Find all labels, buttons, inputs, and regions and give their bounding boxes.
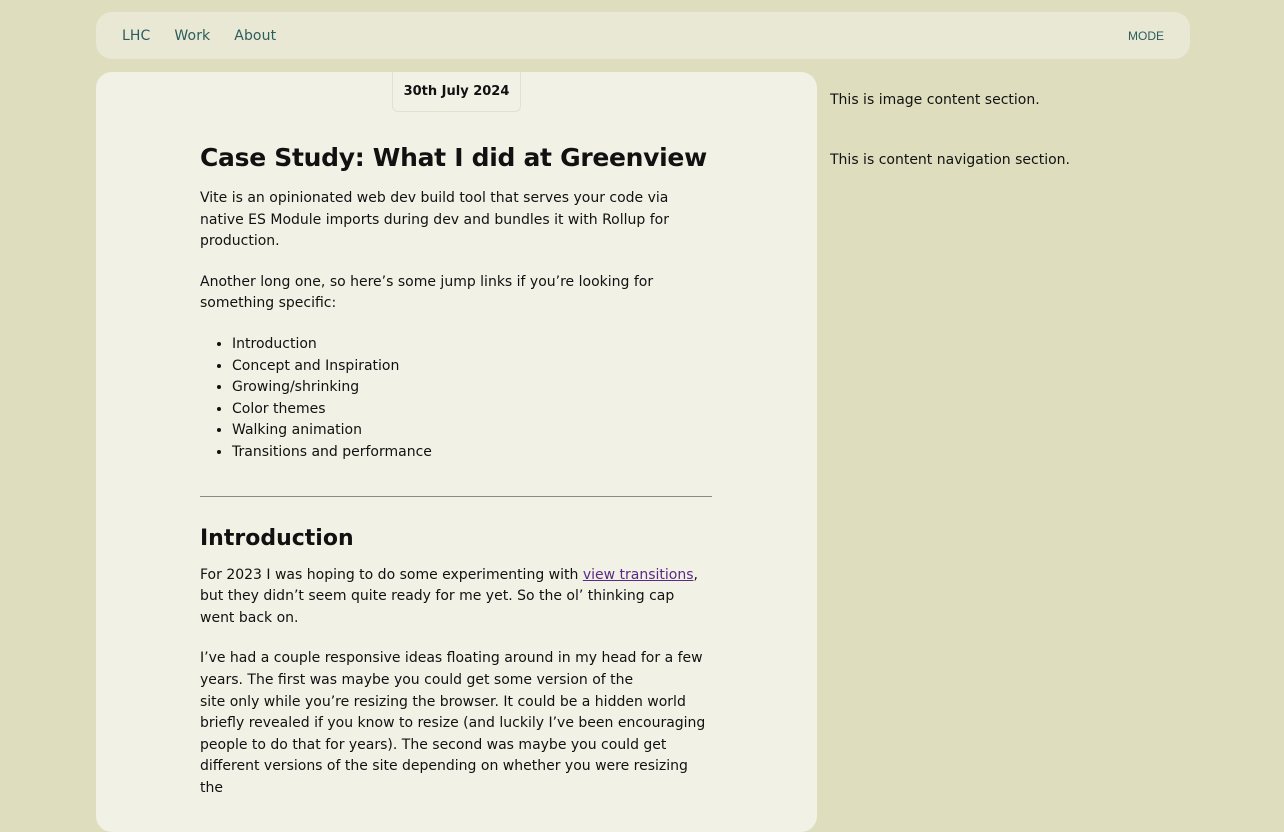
- image-content-section: This is image content section.: [830, 92, 1040, 108]
- top-navigation-bar: LHC Work About MODE: [96, 12, 1190, 59]
- nav-link-about[interactable]: About: [234, 28, 276, 44]
- sidebar: This is image content section. This is c…: [830, 90, 1190, 210]
- article-card: 30th July 2024 Case Study: What I did at…: [96, 72, 817, 832]
- date-badge: 30th July 2024: [392, 72, 521, 112]
- intro-p2-line-2: site only while you’re resizing the brow…: [200, 693, 706, 796]
- jump-links-list: Introduction Concept and Inspiration Gro…: [200, 334, 712, 464]
- jump-link-transitions[interactable]: Transitions and performance: [232, 442, 712, 464]
- jump-link-introduction[interactable]: Introduction: [232, 334, 712, 356]
- jump-links-intro: Another long one, so here’s some jump li…: [200, 273, 654, 312]
- jump-link-walking[interactable]: Walking animation: [232, 420, 712, 442]
- view-transitions-link[interactable]: view transitions: [583, 567, 694, 583]
- intro-paragraph: Vite is an opinionated web dev build too…: [200, 190, 669, 250]
- article-body: Case Study: What I did at Greenview Vite…: [200, 142, 712, 818]
- nav-link-home[interactable]: LHC: [122, 28, 150, 44]
- section-divider: [200, 495, 712, 497]
- article-title: Case Study: What I did at Greenview: [200, 143, 707, 172]
- jump-link-color-themes[interactable]: Color themes: [232, 399, 712, 421]
- intro-p2-line-1: I’ve had a couple responsive ideas float…: [200, 650, 703, 688]
- intro-p1-text-before: For 2023 I was hoping to do some experim…: [200, 566, 583, 583]
- mode-toggle-button[interactable]: MODE: [1128, 12, 1164, 59]
- introduction-paragraph-2: I’ve had a couple responsive ideas float…: [200, 648, 712, 799]
- section-heading-introduction: Introduction: [200, 525, 354, 551]
- jump-link-growing[interactable]: Growing/shrinking: [232, 377, 712, 399]
- jump-link-concept[interactable]: Concept and Inspiration: [232, 356, 712, 378]
- nav-link-work[interactable]: Work: [174, 28, 210, 44]
- content-navigation-section: This is content navigation section.: [830, 152, 1070, 168]
- introduction-paragraph-1: For 2023 I was hoping to do some experim…: [200, 565, 712, 630]
- nav-links: LHC Work About: [122, 12, 276, 59]
